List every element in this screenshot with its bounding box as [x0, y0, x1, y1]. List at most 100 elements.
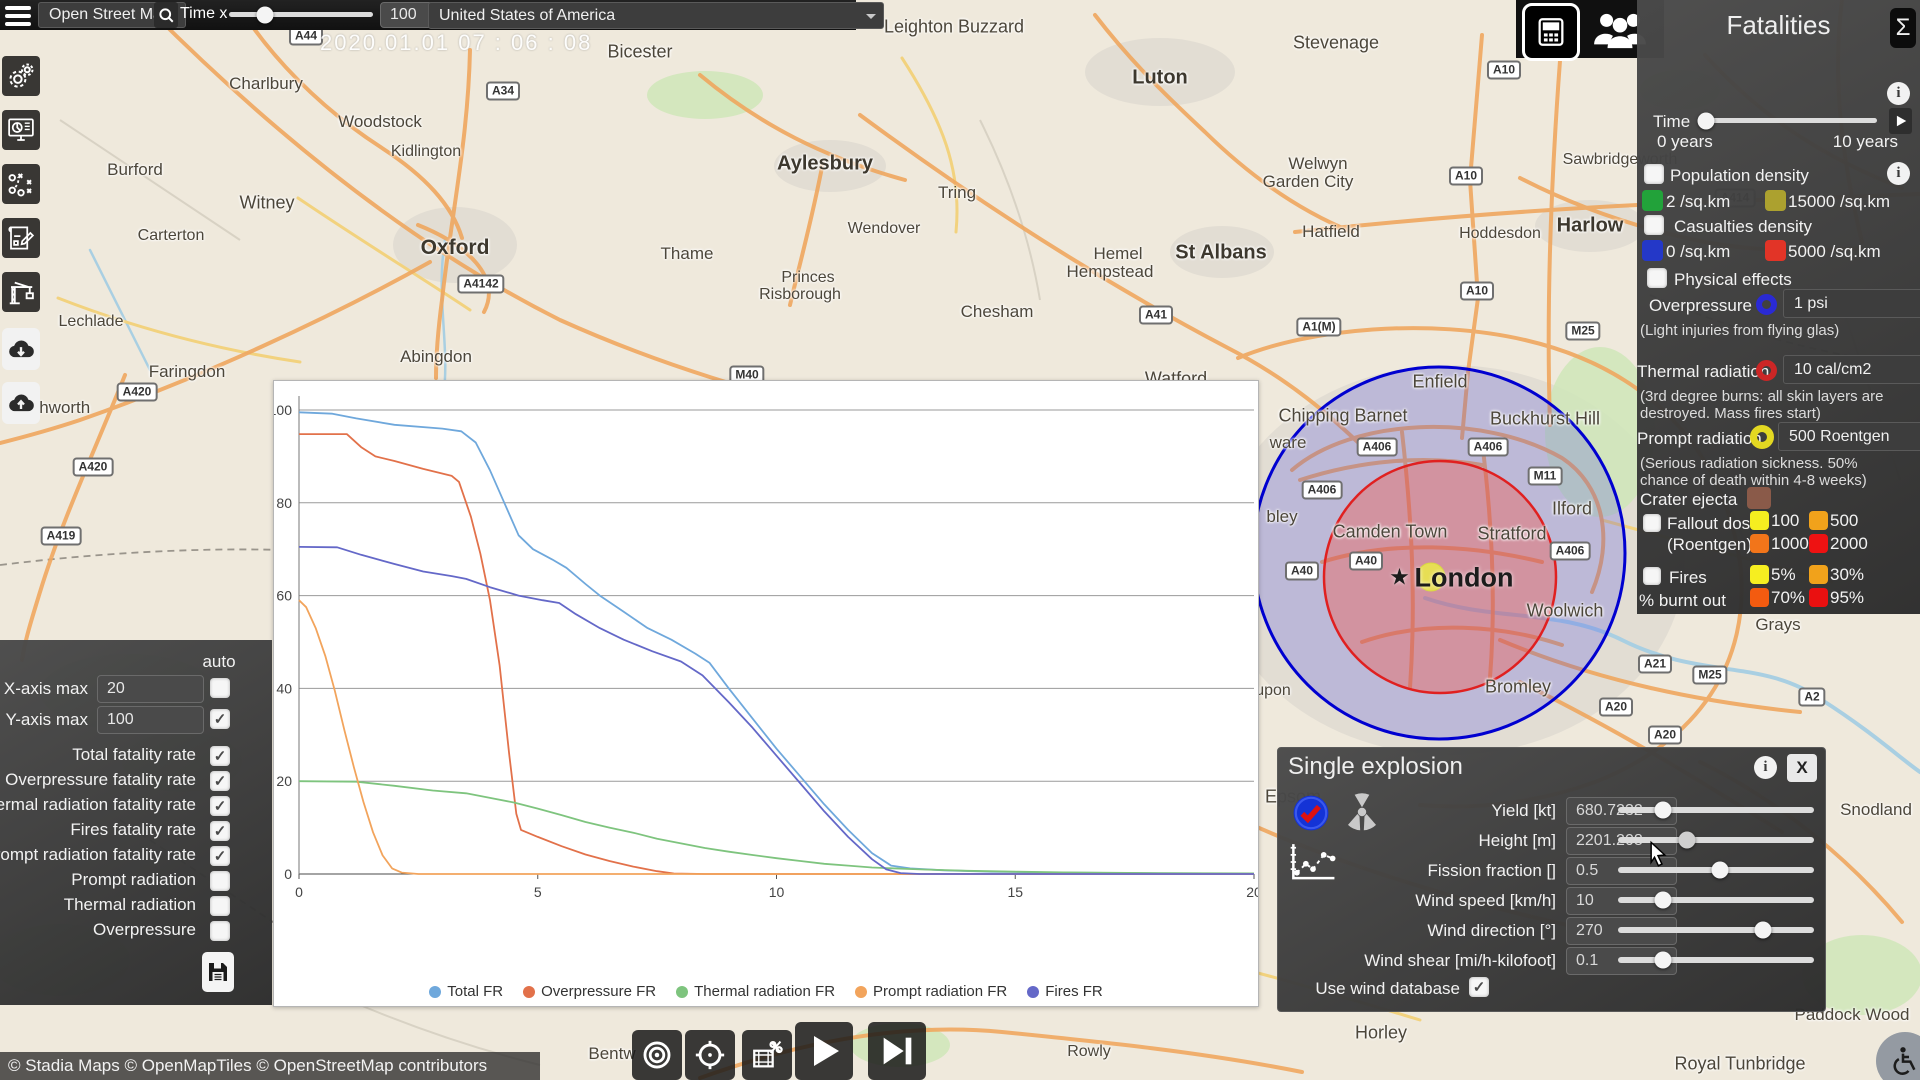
fires-swatch: [1809, 588, 1828, 607]
thermal-ring-icon: [1756, 360, 1777, 381]
legend-label: Overpressure FR: [541, 983, 657, 1000]
road-badge: M11: [1527, 466, 1563, 486]
legend-item[interactable]: Total FR: [429, 983, 503, 1000]
legend-item[interactable]: Prompt radiation FR: [855, 983, 1007, 1000]
series-checkbox[interactable]: [210, 921, 230, 941]
time-play-button[interactable]: [1889, 108, 1912, 134]
series-toggle-label: Overpressure fatality rate: [5, 770, 196, 789]
series-checkbox[interactable]: ✓: [210, 846, 230, 866]
param-slider-thumb[interactable]: [1711, 861, 1729, 879]
road-badge: M25: [1565, 321, 1601, 341]
road-badge: A4142: [457, 274, 505, 294]
fallout-swatch: [1750, 511, 1769, 530]
param-slider-thumb[interactable]: [1654, 891, 1672, 909]
param-slider[interactable]: [1618, 891, 1814, 909]
prompt-select[interactable]: 500 Roentgen: [1778, 422, 1920, 451]
skip-end-button[interactable]: [868, 1022, 926, 1080]
calculator-button[interactable]: [1522, 3, 1580, 61]
app-screen: Leighton Buzzard Stevenage Bicester Luton Ch…: [0, 0, 1920, 1080]
time-x-slider[interactable]: [229, 6, 373, 23]
country-select[interactable]: United States of America: [428, 2, 884, 29]
time-x-label: Time x: [180, 5, 228, 22]
physical-effects-checkbox[interactable]: [1647, 268, 1667, 288]
param-slider[interactable]: [1618, 951, 1814, 969]
series-checkbox[interactable]: ✓: [210, 746, 230, 766]
series-checkbox[interactable]: ✓: [210, 771, 230, 791]
fires-label: Fires: [1669, 568, 1707, 587]
casualties-density-checkbox[interactable]: [1644, 215, 1664, 235]
target-button[interactable]: [632, 1030, 682, 1080]
svg-text:20: 20: [276, 773, 292, 789]
time-max-label: 10 years: [1832, 132, 1898, 151]
road-badge: A420: [116, 382, 158, 402]
legend-dot: [855, 985, 868, 998]
series-toggle-label: Prompt radiation: [71, 870, 196, 889]
legend-item[interactable]: Fires FR: [1027, 983, 1103, 1000]
legend-item[interactable]: Overpressure FR: [523, 983, 656, 1000]
save-chart-button[interactable]: [202, 952, 234, 992]
fallout-dose-label: Fallout dose: [1667, 514, 1760, 533]
sum-button[interactable]: Σ: [1890, 8, 1916, 48]
road-badge: A41: [1138, 305, 1174, 325]
svg-text:40: 40: [276, 680, 292, 696]
fallout-dose-checkbox[interactable]: [1643, 514, 1661, 532]
param-label: Wind shear [mi/h-kilofoot]: [1364, 951, 1556, 970]
param-slider-thumb[interactable]: [1654, 951, 1672, 969]
time-info-button[interactable]: i: [1887, 82, 1910, 105]
legend-label: Fires FR: [1045, 983, 1103, 1000]
explosion-info-button[interactable]: i: [1754, 756, 1777, 779]
crane-button[interactable]: [2, 272, 40, 312]
play-button[interactable]: [795, 1022, 853, 1080]
axis-max-input[interactable]: 20: [97, 675, 204, 703]
time-x-slider-thumb[interactable]: [256, 6, 274, 23]
series-checkbox[interactable]: [210, 871, 230, 891]
mouse-cursor: [1650, 840, 1667, 867]
legend-item[interactable]: Thermal radiation FR: [676, 983, 835, 1000]
series-checkbox[interactable]: [210, 896, 230, 916]
cloud-upload-button[interactable]: [2, 382, 40, 424]
film-cut-button[interactable]: [742, 1030, 792, 1080]
series-toggle-label: Total fatality rate: [72, 745, 196, 764]
panel-title: Fatalities: [1726, 10, 1831, 40]
film-cut-icon: [750, 1038, 784, 1072]
overpressure-select[interactable]: 1 psi: [1783, 289, 1920, 318]
population-info-button[interactable]: i: [1887, 162, 1910, 185]
series-checkbox[interactable]: [210, 678, 230, 698]
population-high-label: 15000 /sq.km: [1788, 192, 1891, 211]
search-button[interactable]: [154, 2, 178, 28]
series-checkbox[interactable]: ✓: [210, 709, 230, 729]
series-checkbox[interactable]: ✓: [210, 796, 230, 816]
legend-dot: [1027, 985, 1040, 998]
param-slider-thumb[interactable]: [1678, 831, 1696, 849]
crosshair-button[interactable]: [685, 1030, 735, 1080]
target-icon: [640, 1038, 674, 1072]
blueprint-button[interactable]: [2, 218, 40, 258]
menu-icon[interactable]: [4, 4, 34, 28]
time-slider-thumb[interactable]: [1697, 112, 1715, 129]
thermal-select[interactable]: 10 cal/cm2: [1783, 355, 1920, 384]
close-button[interactable]: X: [1787, 754, 1817, 782]
param-slider-thumb[interactable]: [1654, 801, 1672, 819]
strategy-button[interactable]: [2, 164, 40, 204]
gears-button[interactable]: [2, 56, 40, 96]
search-icon: [159, 8, 174, 23]
monitor-chart-button[interactable]: [2, 110, 40, 150]
road-badge: A34: [485, 81, 521, 101]
use-wind-database-checkbox[interactable]: ✓: [1469, 977, 1489, 997]
series-checkbox[interactable]: ✓: [210, 821, 230, 841]
series-toggle-label: Thermal radiation fatality rate: [0, 795, 196, 814]
cloud-download-button[interactable]: [2, 328, 40, 370]
casualties-low-label: 0 /sq.km: [1666, 242, 1731, 261]
play-icon: [1896, 115, 1906, 127]
fires-checkbox[interactable]: [1643, 567, 1661, 585]
param-slider[interactable]: [1618, 921, 1814, 939]
fires-swatch-label: 70%: [1771, 588, 1806, 607]
time-slider[interactable]: [1697, 112, 1877, 129]
axis-max-input[interactable]: 100: [97, 706, 204, 734]
param-slider-thumb[interactable]: [1754, 921, 1772, 939]
fallout-swatch: [1809, 511, 1828, 530]
population-density-checkbox[interactable]: [1644, 164, 1664, 184]
time-x-value-input[interactable]: 100: [380, 2, 433, 28]
param-slider[interactable]: [1618, 801, 1814, 819]
road-badge: A406: [1549, 541, 1591, 561]
